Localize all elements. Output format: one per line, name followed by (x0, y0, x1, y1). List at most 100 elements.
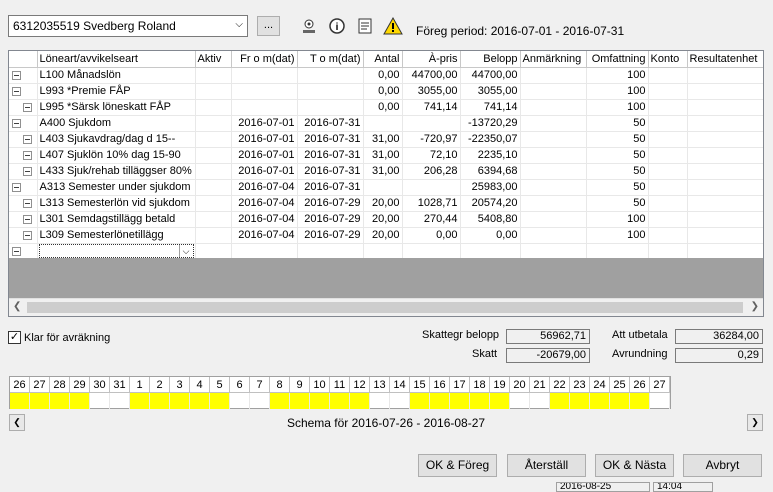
col-header-konto[interactable]: Konto (648, 51, 688, 68)
calendar-day[interactable]: 14 (390, 377, 410, 393)
calendar-schedule-slot[interactable] (290, 393, 310, 409)
table-row[interactable]: L403 Sjukavdrag/dag d 15-- 2016-07-01 20… (9, 131, 763, 148)
expand-icon[interactable] (12, 118, 21, 128)
calendar-day[interactable]: 2 (150, 377, 170, 393)
table-row[interactable]: L433 Sjuk/rehab tilläggser 80% 2016-07-0… (9, 163, 763, 180)
col-header-belopp[interactable]: Belopp (460, 51, 521, 68)
calendar-day[interactable]: 26 (10, 377, 30, 393)
collapse-icon[interactable] (23, 230, 32, 240)
calendar-day[interactable]: 22 (550, 377, 570, 393)
calendar-schedule-slot[interactable] (490, 393, 510, 409)
calendar-schedule-slot[interactable] (590, 393, 610, 409)
calendar-day[interactable]: 10 (310, 377, 330, 393)
calendar-day[interactable]: 24 (590, 377, 610, 393)
calendar-day[interactable]: 21 (530, 377, 550, 393)
col-header-anmarkning[interactable]: Anmärkning (520, 51, 587, 68)
calendar-schedule-slot[interactable] (330, 393, 350, 409)
calendar-schedule-slot[interactable] (450, 393, 470, 409)
scroll-right-icon[interactable]: ❯ (751, 301, 759, 312)
calendar-schedule-slot[interactable] (570, 393, 590, 409)
calendar-day[interactable]: 4 (190, 377, 210, 393)
calendar-day[interactable]: 5 (210, 377, 230, 393)
collapse-icon[interactable] (23, 150, 32, 160)
browse-employee-button[interactable]: ... (257, 16, 280, 36)
calendar-schedule-slot[interactable] (390, 393, 410, 409)
calendar-schedule-slot[interactable] (50, 393, 70, 409)
calendar-day[interactable]: 1 (130, 377, 150, 393)
calendar-schedule-slot[interactable] (170, 393, 190, 409)
col-header-apris[interactable]: À-pris (402, 51, 461, 68)
calendar-schedule-slot[interactable] (110, 393, 130, 409)
aterstall-button[interactable]: Återställ (507, 454, 586, 477)
schedule-calendar[interactable]: 26 27 28 29 30 31 1 2 3 4 5 6 7 8 9 10 11 12 13 14 15 16 17 18 1… (9, 376, 671, 409)
calendar-schedule-slot[interactable] (310, 393, 330, 409)
calendar-schedule-slot[interactable] (30, 393, 50, 409)
calendar-schedule-slot[interactable] (150, 393, 170, 409)
horizontal-scrollbar[interactable]: ❮ ❯ (9, 298, 763, 316)
calendar-day[interactable]: 23 (570, 377, 590, 393)
employee-select[interactable]: 6312035519 Svedberg Roland ⌵ (8, 15, 248, 37)
document-icon[interactable] (353, 14, 377, 38)
person-icon[interactable] (297, 14, 321, 38)
calendar-day[interactable]: 12 (350, 377, 370, 393)
scroll-left-icon[interactable]: ❮ (13, 301, 21, 312)
col-header-antal[interactable]: Antal (363, 51, 403, 68)
collapse-icon[interactable] (23, 102, 32, 112)
scrollbar-thumb[interactable] (27, 302, 743, 313)
calendar-schedule-slot[interactable] (650, 393, 670, 409)
calendar-day[interactable]: 18 (470, 377, 490, 393)
calendar-day[interactable]: 13 (370, 377, 390, 393)
calendar-day[interactable]: 17 (450, 377, 470, 393)
calendar-schedule-slot[interactable] (410, 393, 430, 409)
calendar-schedule-slot[interactable] (210, 393, 230, 409)
table-row[interactable]: L313 Semesterlön vid sjukdom 2016-07-04 … (9, 195, 763, 212)
calendar-schedule-slot[interactable] (70, 393, 90, 409)
table-row[interactable]: L995 *Särsk löneskatt FÅP 0,00 741,14 74… (9, 99, 763, 116)
calendar-day[interactable]: 3 (170, 377, 190, 393)
calendar-day[interactable]: 30 (90, 377, 110, 393)
ok-nasta-button[interactable]: OK & Nästa (595, 454, 674, 477)
calendar-schedule-slot[interactable] (370, 393, 390, 409)
calendar-schedule-slot[interactable] (530, 393, 550, 409)
new-row-loneart-cell[interactable]: ⌵ (37, 243, 196, 260)
calendar-day[interactable]: 27 (650, 377, 670, 393)
calendar-day[interactable]: 11 (330, 377, 350, 393)
table-row[interactable]: A400 Sjukdom 2016-07-01 2016-07-31 -1372… (9, 115, 763, 132)
warning-icon[interactable] (381, 14, 405, 38)
calendar-schedule-slot[interactable] (630, 393, 650, 409)
calendar-schedule-slot[interactable] (90, 393, 110, 409)
calendar-day[interactable]: 26 (630, 377, 650, 393)
calendar-schedule-slot[interactable] (250, 393, 270, 409)
collapse-icon[interactable] (23, 166, 32, 176)
calendar-schedule-slot[interactable] (130, 393, 150, 409)
calendar-schedule-slot[interactable] (270, 393, 290, 409)
loneart-dropdown[interactable]: ⌵ (38, 244, 194, 258)
calendar-day[interactable]: 19 (490, 377, 510, 393)
next-schema-button[interactable]: ❯ (747, 414, 763, 431)
chevron-down-icon[interactable]: ⌵ (178, 245, 193, 257)
table-row[interactable]: L301 Semdagstillägg betald 2016-07-04 20… (9, 211, 763, 228)
calendar-schedule-slot[interactable] (510, 393, 530, 409)
calendar-schedule-slot[interactable] (230, 393, 250, 409)
table-row[interactable]: L407 Sjuklön 10% dag 15-90 2016-07-01 20… (9, 147, 763, 164)
expand-icon[interactable] (12, 246, 21, 256)
calendar-day[interactable]: 6 (230, 377, 250, 393)
expand-icon[interactable] (12, 182, 21, 192)
calendar-day[interactable]: 16 (430, 377, 450, 393)
table-row[interactable]: L309 Semesterlönetillägg 2016-07-04 2016… (9, 227, 763, 244)
calendar-day[interactable]: 27 (30, 377, 50, 393)
new-row[interactable]: ⌵ (9, 243, 763, 260)
table-row[interactable]: L993 *Premie FÅP 0,00 3055,00 3055,00 10… (9, 83, 763, 100)
collapse-icon[interactable] (23, 134, 32, 144)
calendar-schedule-slot[interactable] (610, 393, 630, 409)
table-row[interactable]: A313 Semester under sjukdom 2016-07-04 2… (9, 179, 763, 196)
calendar-day[interactable]: 8 (270, 377, 290, 393)
calendar-day[interactable]: 7 (250, 377, 270, 393)
calendar-day[interactable]: 29 (70, 377, 90, 393)
calendar-schedule-slot[interactable] (10, 393, 30, 409)
calendar-day[interactable]: 9 (290, 377, 310, 393)
collapse-icon[interactable] (23, 198, 32, 208)
klar-checkbox[interactable]: ✓ (8, 331, 21, 344)
ok-foreg-button[interactable]: OK & Föreg (418, 454, 497, 477)
collapse-icon[interactable] (23, 214, 32, 224)
